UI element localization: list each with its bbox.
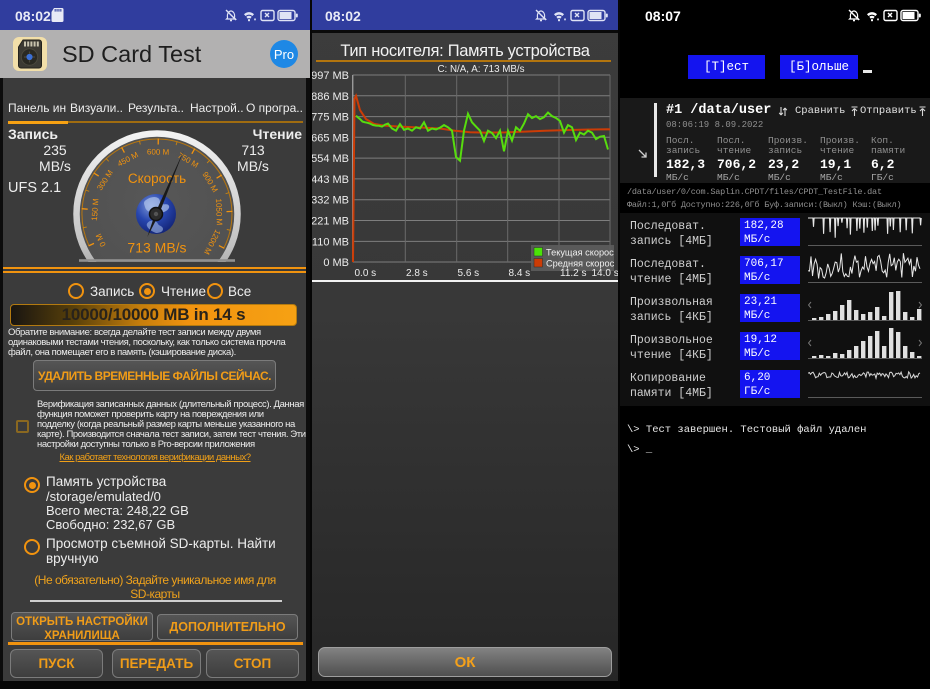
svg-text:713 MB/s: 713 MB/s [127,240,186,256]
svg-text:886 MB: 886 MB [311,91,349,103]
svg-text:5.6 s: 5.6 s [458,268,480,279]
svg-text:997 MB: 997 MB [311,70,349,82]
svg-text:775 MB: 775 MB [311,112,349,124]
svg-text:0 MB: 0 MB [323,257,349,269]
svg-text:14.0 s: 14.0 s [592,268,619,279]
svg-text:Текущая скорос: Текущая скорос [546,248,614,258]
svg-text:8.4 s: 8.4 s [509,268,531,279]
svg-text:2.8 s: 2.8 s [406,268,428,279]
svg-text:Скорость: Скорость [128,171,186,186]
svg-text:110 MB: 110 MB [312,236,349,248]
svg-text:C: N/A, A: 713 MB/s: C: N/A, A: 713 MB/s [437,64,524,75]
svg-text:554 MB: 554 MB [311,153,349,165]
svg-text:Средняя скорос: Средняя скорос [546,259,615,269]
svg-text:1050 M: 1050 M [214,198,224,225]
svg-text:0.0 s: 0.0 s [355,268,377,279]
svg-text:150 M: 150 M [90,198,101,221]
svg-text:443 MB: 443 MB [311,174,349,186]
svg-text:665 MB: 665 MB [311,132,349,144]
svg-text:600 M: 600 M [147,147,170,156]
svg-text:221 MB: 221 MB [311,216,349,228]
svg-text:332 MB: 332 MB [311,195,349,207]
svg-text:11.2 s: 11.2 s [560,268,587,279]
